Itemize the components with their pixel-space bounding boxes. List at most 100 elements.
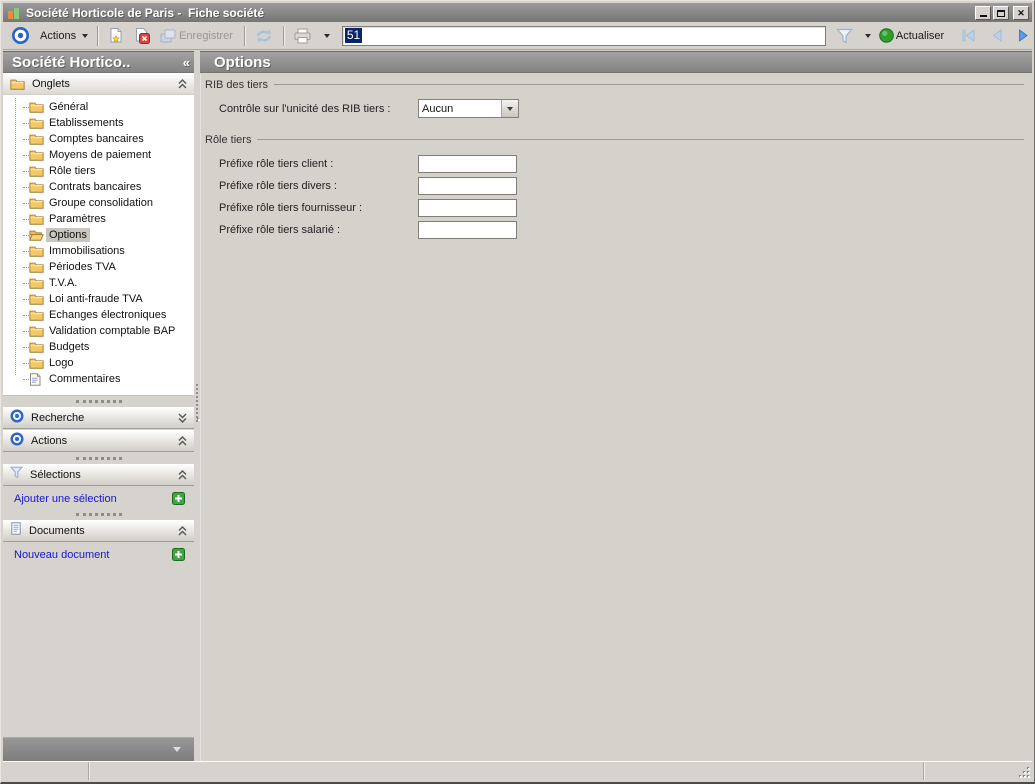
panel-link[interactable]: Ajouter une sélection: [14, 493, 117, 505]
sidebar-panel-header[interactable]: Recherche: [3, 407, 194, 429]
maximize-button[interactable]: [993, 5, 1009, 20]
folder-icon: [29, 181, 46, 193]
sidebar-collapse-button[interactable]: «: [183, 55, 190, 70]
tree-row[interactable]: T.V.A.: [11, 275, 194, 291]
save-button[interactable]: Enregistrer: [155, 24, 239, 48]
app-window: Société Horticole de Paris - Fiche socié…: [0, 0, 1035, 784]
print-button[interactable]: [289, 24, 316, 48]
print-dropdown-button[interactable]: [316, 24, 334, 48]
sidebar-panel-header[interactable]: Sélections: [3, 464, 194, 486]
sync-button[interactable]: [250, 24, 278, 48]
actions-menu-button[interactable]: Actions: [34, 24, 92, 48]
folder-icon: [29, 357, 46, 369]
tree-item-label: Commentaires: [49, 373, 121, 385]
tree-row[interactable]: Echanges électroniques: [11, 307, 194, 323]
form-row: Contrôle sur l'unicité des RIB tiers : A…: [205, 99, 1026, 121]
record-number-input[interactable]: 51: [341, 25, 826, 46]
app-icon: [8, 7, 21, 19]
sidebar-panel-header[interactable]: Documents: [3, 520, 194, 542]
add-button[interactable]: [172, 548, 185, 561]
tree-row[interactable]: Comptes bancaires: [11, 131, 194, 147]
toolbar-separator: [97, 25, 99, 46]
onglets-panel-header[interactable]: Onglets: [3, 73, 194, 95]
chevron-double-down-icon[interactable]: [178, 413, 187, 423]
sidebar-panel-header[interactable]: Actions: [3, 430, 194, 452]
tree-row[interactable]: Général: [11, 99, 194, 115]
form-row: Préfixe rôle tiers fournisseur :: [205, 198, 1026, 220]
window-title: Société Horticole de Paris - Fiche socié…: [26, 5, 265, 20]
nav-prev-button[interactable]: [985, 24, 1008, 48]
field-input[interactable]: [418, 221, 517, 239]
tree-row[interactable]: Groupe consolidation: [11, 195, 194, 211]
delete-record-button[interactable]: [129, 24, 155, 48]
plus-icon: [172, 548, 185, 561]
resize-grip[interactable]: [1018, 766, 1031, 779]
tree-row[interactable]: Immobilisations: [11, 243, 194, 259]
folder-icon: [29, 293, 46, 305]
tree-row[interactable]: Paramètres: [11, 211, 194, 227]
actions-menu-label: Actions: [40, 29, 77, 42]
refresh-circle-icon: [879, 28, 894, 43]
field-select[interactable]: Aucun: [418, 99, 519, 118]
tree-item-label: Validation comptable BAP: [49, 325, 176, 337]
chevron-down-icon: [323, 33, 330, 38]
splitter-dots-icon: [75, 457, 122, 460]
tree-item-label: Loi anti-fraude TVA: [49, 293, 143, 305]
panel-link[interactable]: Nouveau document: [14, 549, 109, 561]
new-record-button[interactable]: [103, 24, 129, 48]
actions-target-icon: [7, 24, 34, 48]
tree-row[interactable]: Validation comptable BAP: [11, 323, 194, 339]
folder-icon: [29, 325, 46, 337]
tree-row[interactable]: Commentaires: [11, 371, 194, 387]
panel-splitter[interactable]: [3, 509, 194, 520]
chevron-double-up-icon[interactable]: [178, 526, 187, 536]
folder-icon: [29, 197, 46, 209]
folder-icon: [29, 101, 46, 113]
sidebar-panels: Recherche Actions Sélections Ajouter une…: [3, 396, 194, 565]
close-button[interactable]: ✕: [1013, 5, 1029, 20]
chevron-down-icon[interactable]: [501, 100, 518, 117]
folder-icon: [29, 277, 46, 289]
tree-row[interactable]: Rôle tiers: [11, 163, 194, 179]
sidebar: Onglets Général Etablissements Comptes b…: [3, 73, 194, 761]
form-row: Préfixe rôle tiers client :: [205, 154, 1026, 176]
folder-icon: [29, 341, 46, 353]
chevron-double-up-icon[interactable]: [178, 436, 187, 446]
add-button[interactable]: [172, 492, 185, 505]
nav-next-button[interactable]: [1012, 24, 1035, 48]
chevron-double-up-icon[interactable]: [178, 78, 187, 89]
tree-row[interactable]: Contrats bancaires: [11, 179, 194, 195]
chevron-double-up-icon[interactable]: [178, 470, 187, 480]
tree-row[interactable]: Moyens de paiement: [11, 147, 194, 163]
folder-open-icon: [29, 229, 46, 241]
folder-icon: [29, 309, 46, 321]
tree-row[interactable]: Budgets: [11, 339, 194, 355]
field-input[interactable]: [418, 177, 517, 195]
tree-row[interactable]: Etablissements: [11, 115, 194, 131]
filter-button[interactable]: [832, 24, 857, 48]
tree-row[interactable]: Périodes TVA: [11, 259, 194, 275]
nav-first-button[interactable]: [956, 24, 981, 48]
panel-link-row: Ajouter une sélection: [3, 486, 194, 508]
field-label: Préfixe rôle tiers salarié :: [219, 224, 341, 236]
tree-item-label: Moyens de paiement: [49, 149, 152, 161]
panel-label: Actions: [31, 435, 68, 447]
field-input[interactable]: [418, 199, 517, 217]
panel-splitter[interactable]: [3, 396, 194, 407]
tree-row[interactable]: Logo: [11, 355, 194, 371]
status-bar: [3, 761, 1032, 780]
tree-item-label: Contrats bancaires: [49, 181, 142, 193]
filter-dropdown-button[interactable]: [857, 24, 875, 48]
tree-item-label: Paramètres: [49, 213, 106, 225]
page-title: Options: [214, 53, 271, 71]
tree-row[interactable]: Options: [11, 227, 194, 243]
refresh-button[interactable]: Actualiser: [875, 24, 950, 48]
collapsed-panel-bar[interactable]: [3, 737, 194, 761]
folder-icon: [29, 149, 46, 161]
field-input[interactable]: [418, 155, 517, 173]
minimize-button[interactable]: [975, 5, 991, 20]
tree-row[interactable]: Loi anti-fraude TVA: [11, 291, 194, 307]
target-icon: [10, 431, 24, 451]
panel-splitter[interactable]: [3, 453, 194, 464]
toolbar: Actions Enregistrer 51 Actualiser: [3, 22, 1032, 50]
